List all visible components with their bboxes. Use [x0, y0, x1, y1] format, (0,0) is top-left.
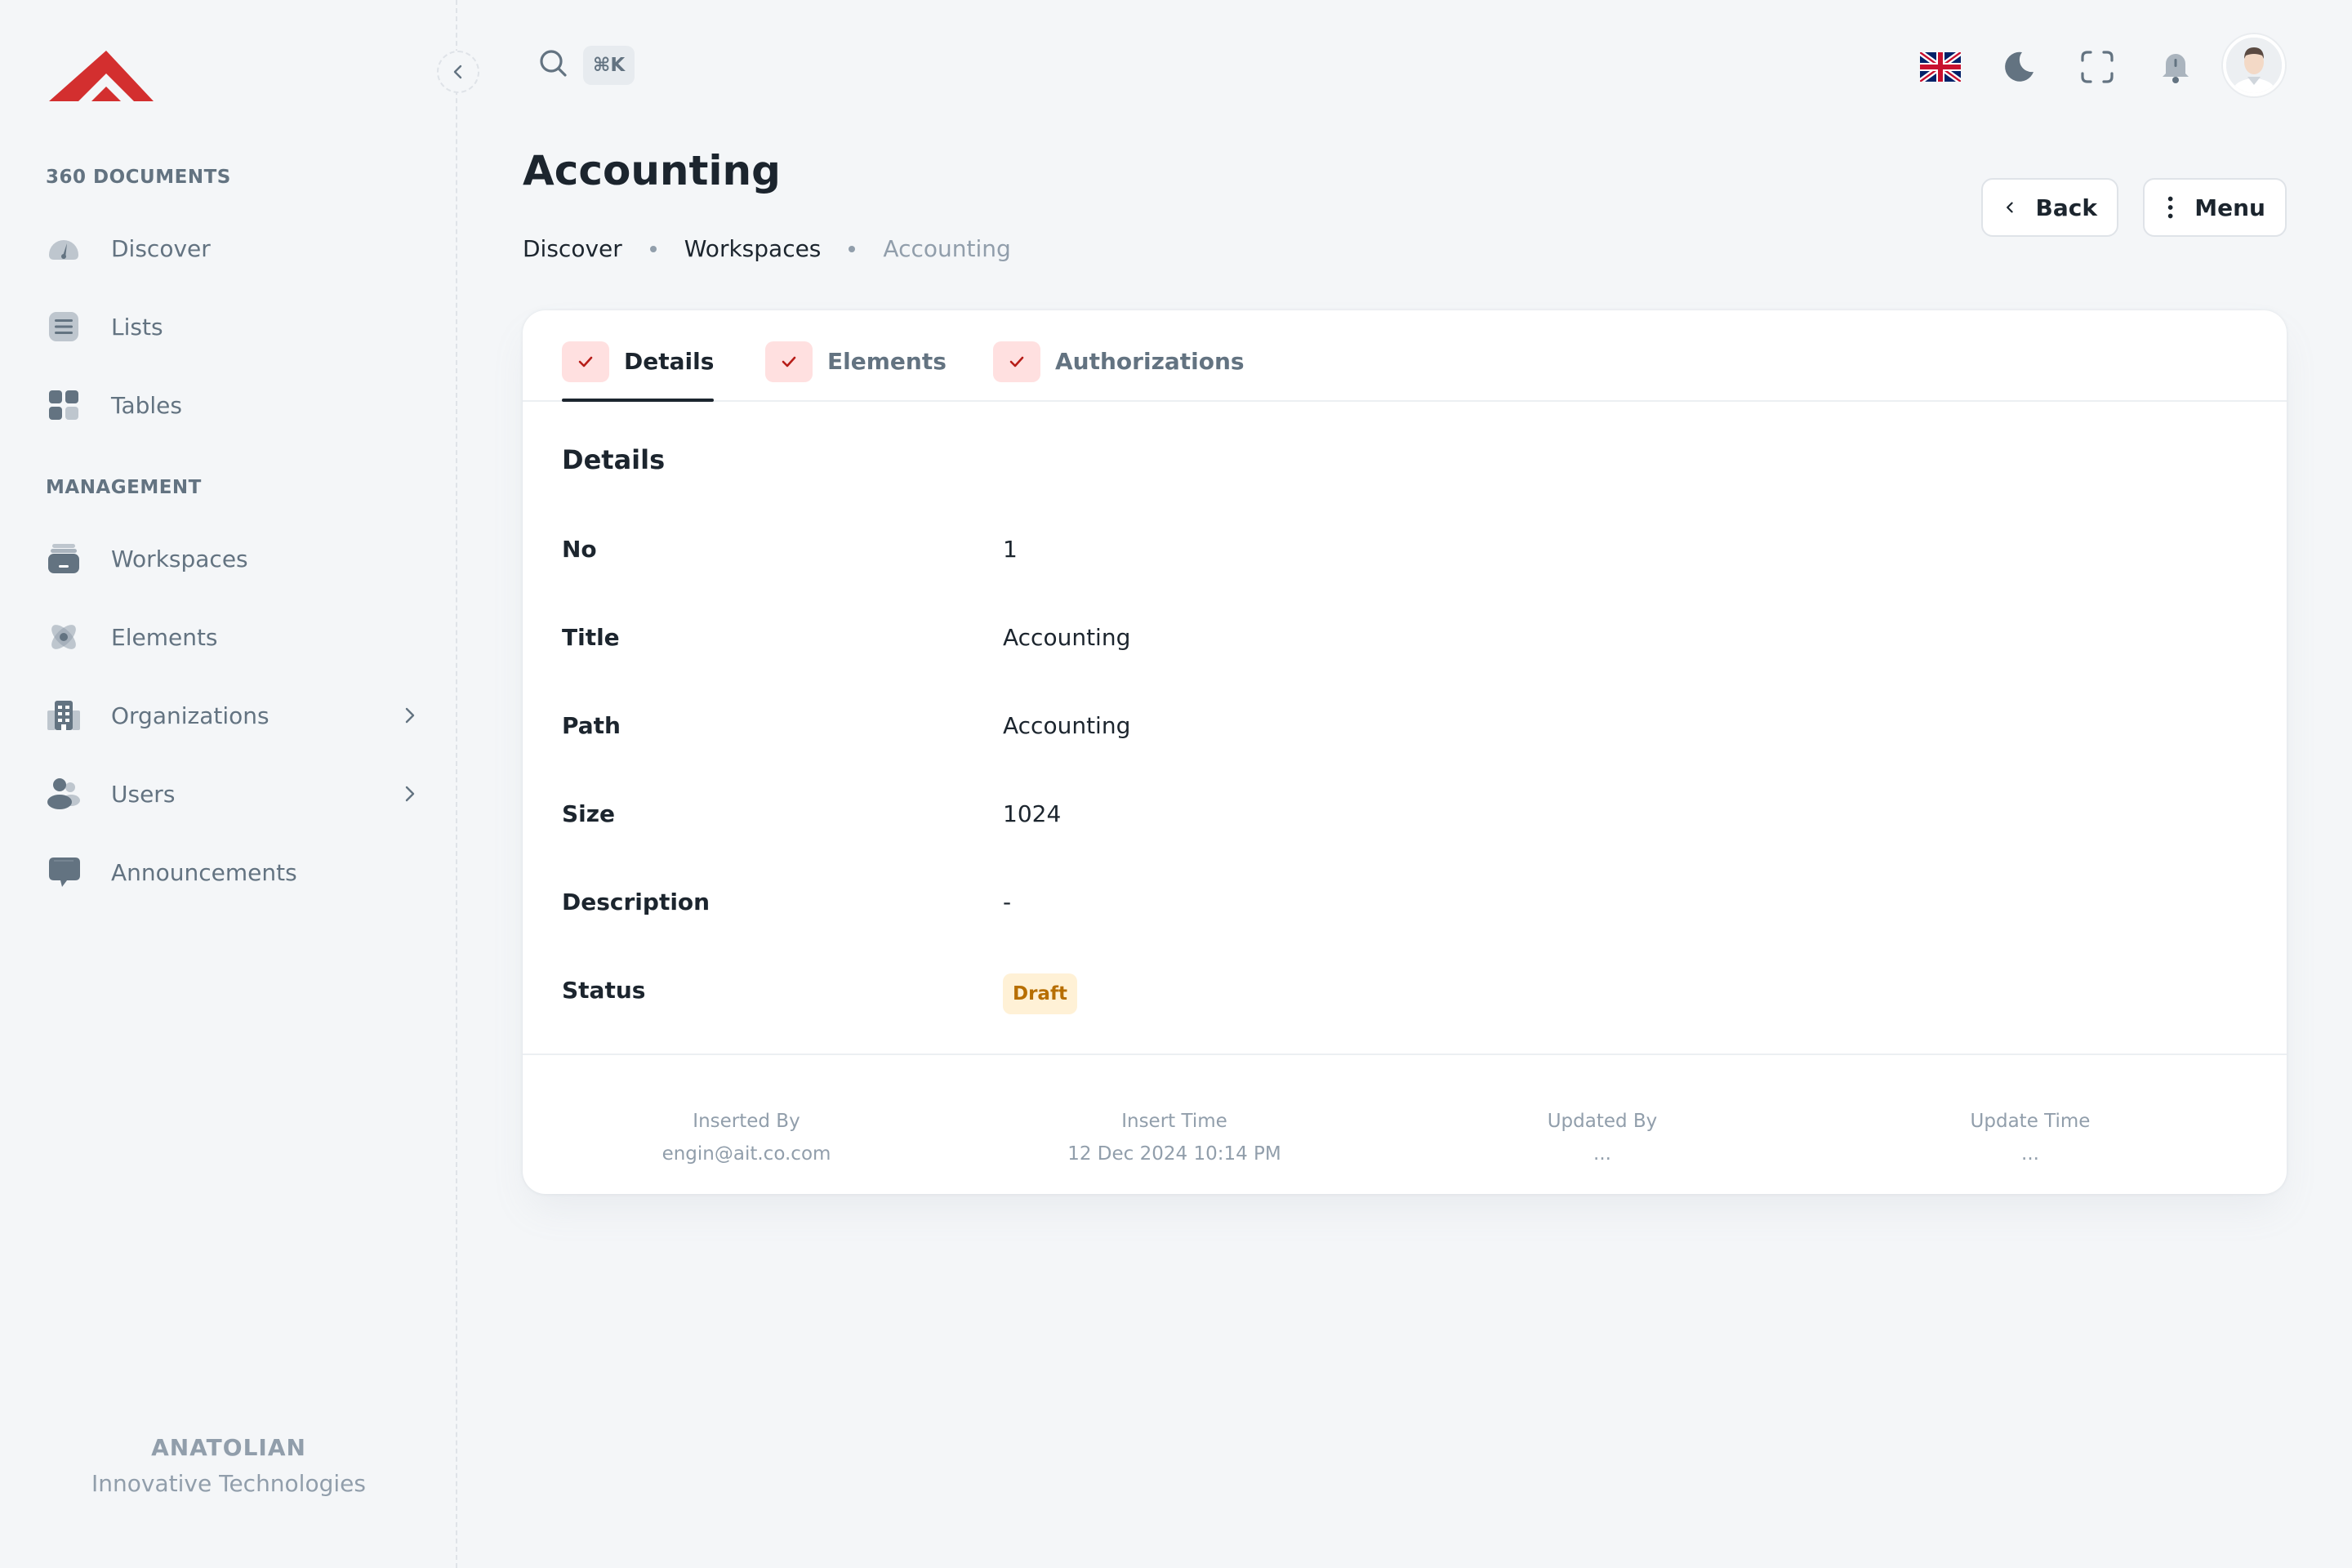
chevron-right-icon [405, 786, 415, 802]
sidebar-collapse-button[interactable] [437, 51, 479, 93]
search-icon [540, 50, 567, 77]
breadcrumb-separator [649, 245, 657, 252]
atom-icon [46, 619, 82, 655]
sidebar-item-elements[interactable]: Elements [46, 612, 421, 662]
meta-value: ... [2021, 1143, 2039, 1165]
meta-insert-time: Insert Time 12 Dec 2024 10:14 PM [1011, 1111, 1338, 1165]
tab-label: Details [624, 348, 715, 375]
tab-label: Authorizations [1055, 348, 1245, 375]
tab-elements[interactable]: Elements [765, 341, 947, 402]
section-title-management: MANAGEMENT [46, 477, 202, 498]
sidebar-item-workspaces[interactable]: Workspaces [46, 534, 421, 583]
meta-value: 12 Dec 2024 10:14 PM [1067, 1143, 1281, 1165]
check-icon [993, 341, 1040, 382]
brand-tagline: Innovative Technologies [91, 1470, 366, 1497]
fullscreen-icon [2081, 51, 2114, 83]
meta-value: ... [1593, 1143, 1611, 1165]
logo-icon[interactable] [49, 46, 154, 105]
dashboard-icon [46, 230, 82, 266]
avatar-icon [2226, 38, 2282, 93]
meta-label: Insert Time [1121, 1111, 1227, 1132]
user-avatar[interactable] [2223, 34, 2285, 96]
more-vertical-icon [2167, 196, 2173, 219]
tab-bar: Details Elements Authorizations [523, 310, 2287, 402]
menu-button-label: Menu [2194, 194, 2265, 221]
breadcrumb-separator [849, 245, 856, 252]
check-icon [562, 341, 609, 382]
sidebar-item-label: Tables [111, 391, 182, 419]
grid-icon [46, 387, 82, 423]
fullscreen-button[interactable] [2076, 46, 2118, 88]
sidebar-item-users[interactable]: Users [46, 769, 421, 818]
field-label-path: Path [562, 712, 621, 739]
field-value-description: - [1003, 889, 1012, 915]
sidebar-item-lists[interactable]: Lists [46, 302, 421, 351]
sidebar-item-organizations[interactable]: Organizations [46, 691, 421, 740]
moon-icon [2005, 51, 2034, 82]
meta-label: Inserted By [693, 1111, 800, 1132]
bell-icon [2163, 54, 2189, 83]
field-value-title: Accounting [1003, 624, 1131, 651]
meta-label: Updated By [1547, 1111, 1658, 1132]
tab-details[interactable]: Details [562, 341, 715, 402]
sidebar-item-announcements[interactable]: Announcements [46, 848, 421, 897]
breadcrumb-item-current: Accounting [883, 235, 1011, 262]
field-value-no: 1 [1003, 536, 1018, 563]
field-label-size: Size [562, 800, 616, 827]
sidebar-item-label: Organizations [111, 702, 270, 729]
sidebar-item-label: Discover [111, 234, 211, 262]
search-button[interactable] [536, 46, 572, 82]
meta-updated-by: Updated By ... [1439, 1111, 1766, 1165]
sidebar-item-label: Workspaces [111, 545, 248, 572]
sidebar: 360 DOCUMENTS Discover Lists Tables MANA… [0, 0, 479, 1568]
chat-icon [46, 854, 82, 890]
field-label-no: No [562, 536, 597, 563]
sidebar-item-label: Announcements [111, 858, 297, 886]
field-label-status: Status [562, 977, 646, 1004]
meta-value: engin@ait.co.com [662, 1143, 831, 1165]
page-title: Accounting [523, 147, 781, 194]
back-button[interactable]: Back [1981, 178, 2118, 237]
brand-name: ANATOLIAN [151, 1434, 306, 1461]
section-title-documents: 360 DOCUMENTS [46, 167, 231, 188]
sidebar-item-tables[interactable]: Tables [46, 381, 421, 430]
breadcrumb-item-workspaces[interactable]: Workspaces [684, 235, 822, 262]
tab-authorizations[interactable]: Authorizations [993, 341, 1245, 402]
field-value-size: 1024 [1003, 800, 1062, 827]
details-heading: Details [562, 444, 666, 475]
field-value-path: Accounting [1003, 712, 1131, 739]
archive-icon [46, 541, 82, 577]
status-badge: Draft [1003, 973, 1077, 1014]
sidebar-item-label: Users [111, 780, 176, 808]
details-card: Details Elements Authorizations Details … [523, 310, 2287, 1194]
field-label-description: Description [562, 889, 710, 915]
meta-label: Update Time [1970, 1111, 2091, 1132]
chevron-left-icon [453, 65, 462, 79]
check-icon [765, 341, 813, 382]
meta-inserted-by: Inserted By engin@ait.co.com [583, 1111, 910, 1165]
building-icon [46, 697, 82, 733]
meta-update-time: Update Time ... [1867, 1111, 2194, 1165]
list-icon [46, 309, 82, 345]
theme-toggle-button[interactable] [1998, 46, 2040, 88]
menu-button[interactable]: Menu [2143, 178, 2287, 237]
notifications-button[interactable] [2154, 46, 2197, 88]
chevron-right-icon [405, 707, 415, 724]
back-button-label: Back [2035, 194, 2097, 221]
tab-label: Elements [827, 348, 947, 375]
card-divider [523, 1054, 2287, 1055]
search-shortcut-badge[interactable]: ⌘K [583, 46, 635, 85]
sidebar-item-label: Elements [111, 623, 218, 651]
sidebar-item-label: Lists [111, 313, 163, 341]
language-button[interactable] [1919, 46, 1962, 88]
breadcrumb-item-discover[interactable]: Discover [523, 235, 622, 262]
uk-flag-icon [1920, 52, 1961, 82]
sidebar-item-discover[interactable]: Discover [46, 224, 421, 273]
chevron-left-icon [2007, 202, 2013, 213]
users-icon [46, 776, 82, 812]
breadcrumb: Discover Workspaces Accounting [523, 235, 1011, 262]
field-label-title: Title [562, 624, 620, 651]
